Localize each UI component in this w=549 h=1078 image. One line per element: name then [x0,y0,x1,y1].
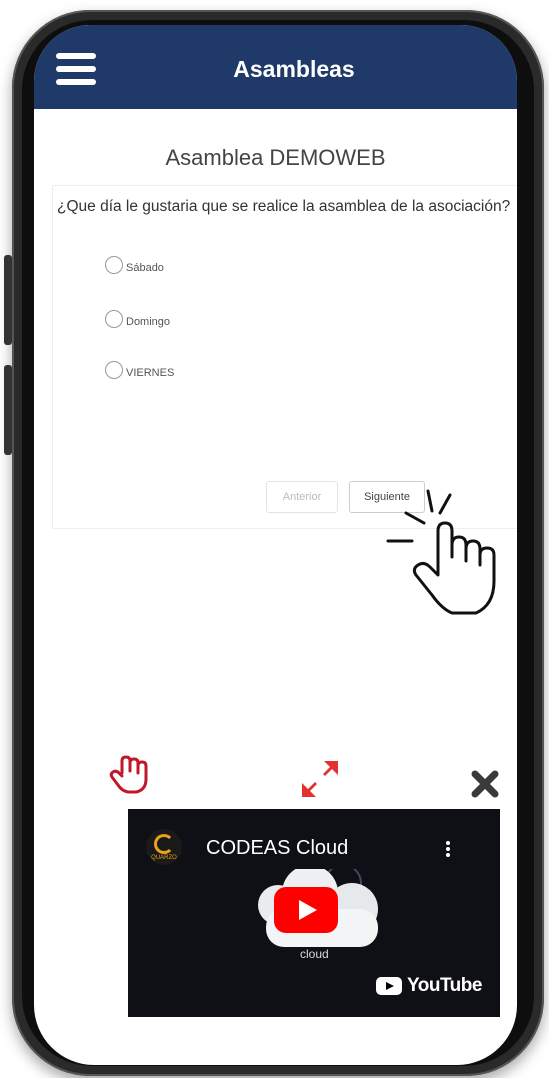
option-viernes[interactable]: VIERNES [105,361,174,379]
app-header: Asambleas [34,25,517,109]
close-icon[interactable] [471,770,499,798]
survey-question: ¿Que día le gustaria que se realice la a… [57,198,511,215]
previous-button[interactable]: Anterior [266,481,338,513]
expand-arrows-icon[interactable] [302,761,338,797]
cloud-art-text: cloud [300,947,329,961]
radio-button[interactable] [105,310,123,328]
radio-button[interactable] [105,256,123,274]
channel-logo[interactable]: QUARZO [146,829,182,865]
assembly-title: Asamblea DEMOWEB [165,145,386,170]
header-title: Asambleas [233,56,355,82]
option-label: VIERNES [126,367,175,379]
survey-card: ¿Que día le gustaria que se realice la a… [52,185,517,529]
volume-down-button [4,365,12,455]
radio-button[interactable] [105,361,123,379]
hand-pointer-icon [386,489,496,615]
option-label: Sábado [126,262,164,274]
phone-screen: Asambleas Asamblea DEMOWEB ¿Que día le g… [34,25,517,1065]
hamburger-menu-icon[interactable] [56,53,96,87]
youtube-logo[interactable]: YouTube [376,975,482,997]
channel-logo-text: QUARZO [151,854,177,861]
drag-hand-icon[interactable] [108,753,152,795]
option-label: Domingo [126,316,171,328]
video-title[interactable]: CODEAS Cloud [206,837,348,860]
option-domingo[interactable]: Domingo [105,310,170,328]
option-sabado[interactable]: Sábado [105,256,164,274]
youtube-play-icon [376,977,402,995]
more-options-icon[interactable] [446,839,450,859]
volume-up-button [4,255,12,345]
play-button[interactable] [274,887,338,933]
youtube-wordmark: YouTube [407,975,482,996]
video-player[interactable]: QUARZO CODEAS Cloud cloud YouTube [128,809,500,1017]
